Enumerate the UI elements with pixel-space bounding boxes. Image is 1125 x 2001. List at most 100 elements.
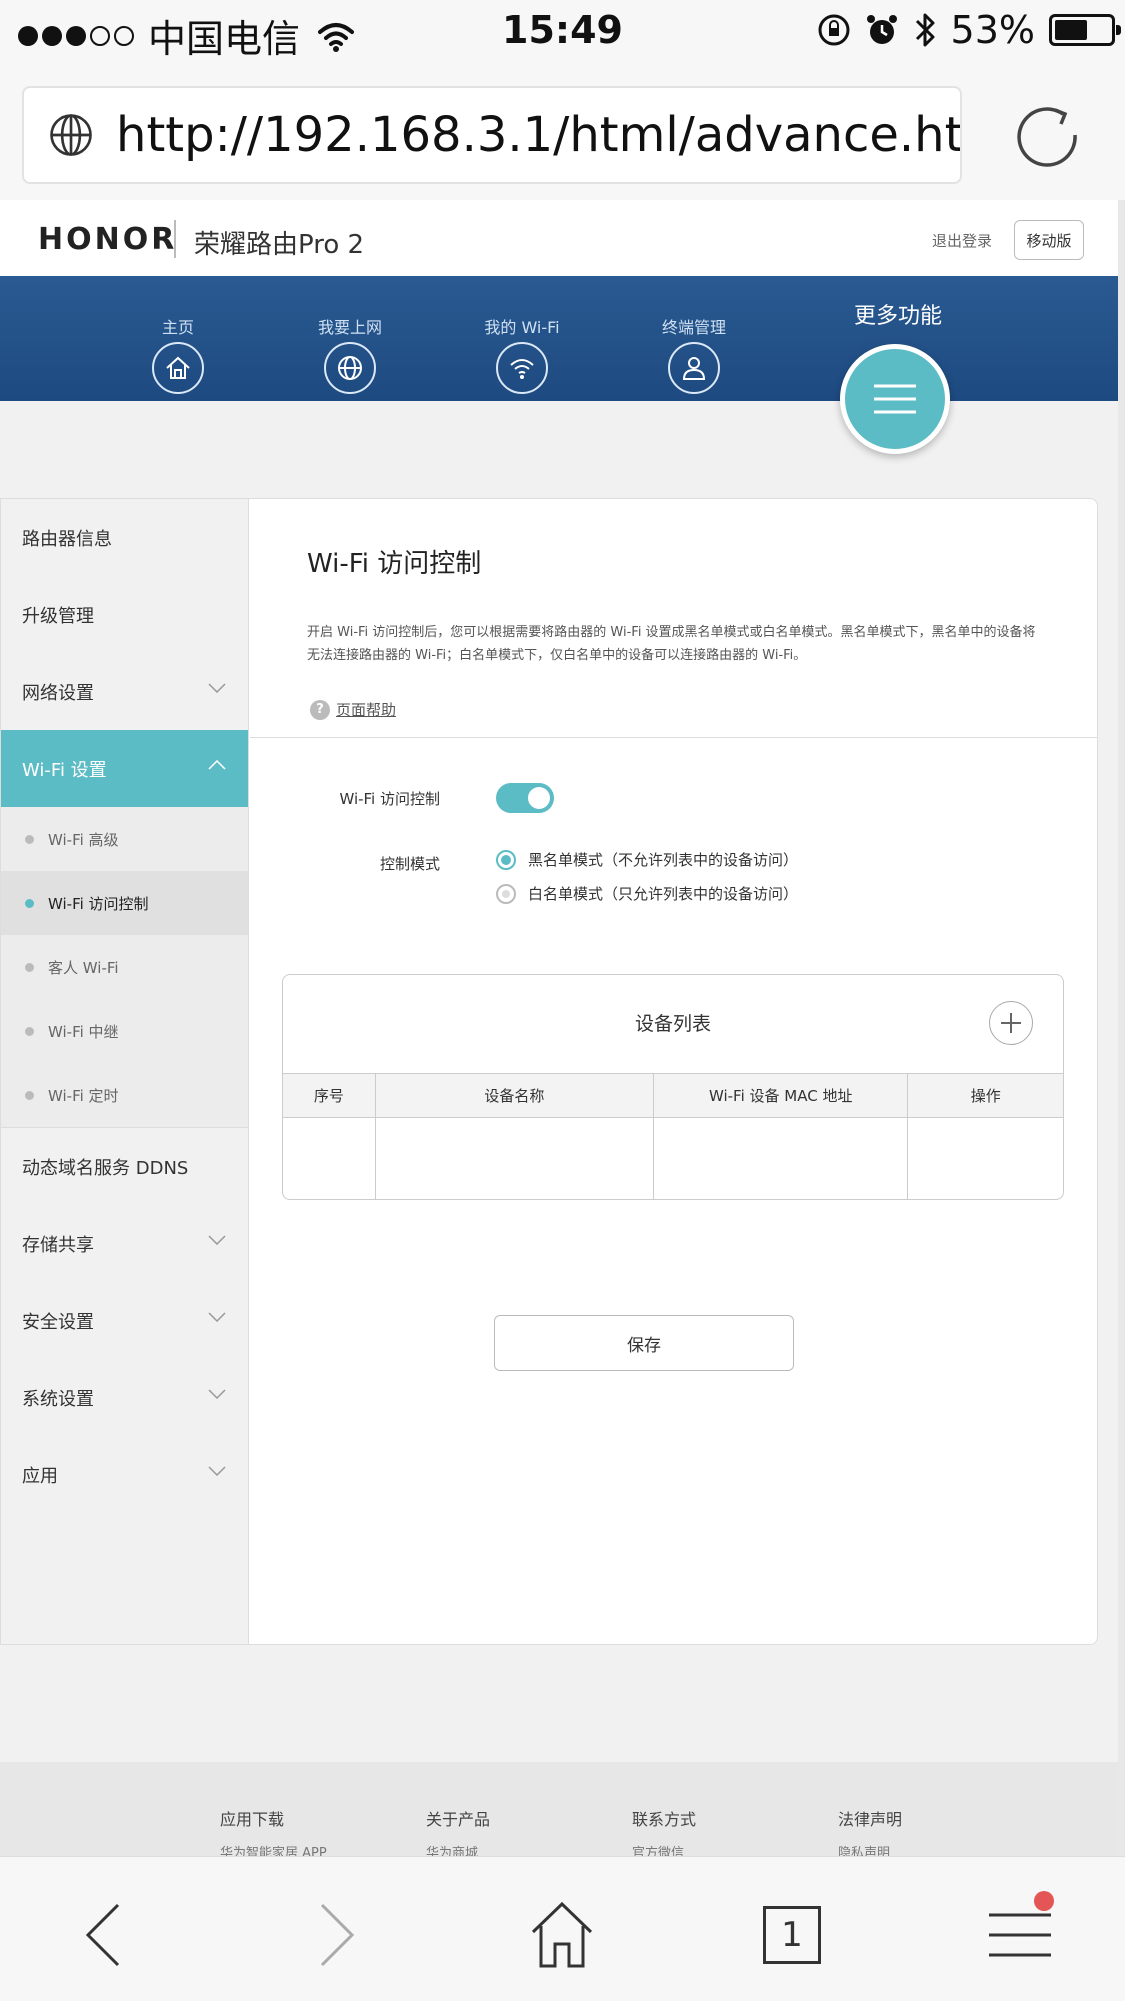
settings-panel: 路由器信息 升级管理 网络设置 Wi-Fi 设置 Wi-Fi 高级 Wi-Fi … (0, 498, 1098, 1645)
table-cell (908, 1118, 1063, 1199)
device-list-panel: 设备列表 序号 设备名称 Wi-Fi 设备 MAC 地址 操作 (282, 974, 1064, 1200)
home-icon (152, 342, 204, 394)
main-content: Wi-Fi 访问控制 开启 Wi-Fi 访问控制后，您可以根据需要将路由器的 W… (250, 499, 1097, 1644)
tabs-button[interactable]: 1 (752, 1897, 832, 1973)
nav-label: 我要上网 (317, 318, 382, 337)
main-nav: 主页 我要上网 我的 Wi-Fi 终端管理 更多功能 (0, 276, 1118, 401)
sidebar-item-network[interactable]: 网络设置 (1, 653, 248, 730)
plus-icon (1001, 1013, 1021, 1033)
globe-icon (50, 114, 92, 156)
logo-divider (174, 220, 176, 258)
sidebar-item-system[interactable]: 系统设置 (1, 1359, 248, 1436)
whitelist-mode-label: 白名单模式（只允许列表中的设备访问） (528, 885, 799, 903)
menu-button[interactable] (980, 1891, 1060, 1973)
nav-item-devices[interactable]: 终端管理 (634, 276, 754, 401)
sidebar-item-security[interactable]: 安全设置 (1, 1282, 248, 1359)
nav-label: 我的 Wi-Fi (484, 318, 560, 337)
column-header-actions: 操作 (970, 1087, 1001, 1105)
page-scrollbar[interactable] (1118, 200, 1125, 1856)
back-button[interactable] (64, 1897, 144, 1973)
sidebar-item-label: 安全设置 (22, 1311, 94, 1333)
sidebar-subitem-label: Wi-Fi 中继 (48, 1022, 119, 1041)
table-header-row: 序号 设备名称 Wi-Fi 设备 MAC 地址 操作 (283, 1073, 1063, 1118)
table-cell (654, 1118, 909, 1199)
sidebar-subitem-label: 客人 Wi-Fi (48, 958, 119, 977)
chevron-right-icon (320, 1903, 355, 1967)
sidebar-subitem-label: Wi-Fi 访问控制 (48, 894, 149, 913)
table-cell (283, 1118, 376, 1199)
product-name: 荣耀路由Pro 2 (194, 230, 365, 260)
sidebar-item-label: Wi-Fi 设置 (22, 759, 107, 781)
chevron-up-icon (208, 760, 226, 770)
footer-link[interactable]: 华为商城 (426, 1842, 490, 1856)
browser-toolbar: 1 (0, 1856, 1125, 2001)
menu-icon (989, 1913, 1051, 1957)
honor-logo: HONOR (38, 222, 178, 257)
table-row-empty (283, 1118, 1063, 1199)
nav-label: 终端管理 (661, 318, 726, 337)
sidebar-subitem-label: Wi-Fi 高级 (48, 830, 119, 849)
device-list-title: 设备列表 (634, 1013, 711, 1035)
sidebar-subitem-wifi-advanced[interactable]: Wi-Fi 高级 (1, 807, 248, 871)
footer-heading: 法律声明 (838, 1810, 903, 1829)
sidebar-item-apps[interactable]: 应用 (1, 1436, 248, 1513)
sidebar-item-ddns[interactable]: 动态域名服务 DDNS (1, 1128, 248, 1205)
footer-col-app-download: 应用下载 华为智能家居 APP (220, 1806, 327, 1856)
content-divider (250, 737, 1097, 738)
sidebar-subitem-wifi-relay[interactable]: Wi-Fi 中继 (1, 999, 248, 1063)
access-control-label: Wi-Fi 访问控制 (339, 790, 440, 808)
more-features-button[interactable] (840, 344, 950, 454)
nav-label: 主页 (161, 318, 194, 337)
forward-button[interactable] (296, 1897, 376, 1973)
mobile-version-button[interactable]: 移动版 (1014, 220, 1084, 260)
bullet-icon (25, 963, 34, 972)
page-description: 开启 Wi-Fi 访问控制后，您可以根据需要将路由器的 Wi-Fi 设置成黑名单… (307, 625, 1036, 663)
sidebar-item-storage[interactable]: 存储共享 (1, 1205, 248, 1282)
sidebar-item-router-info[interactable]: 路由器信息 (1, 499, 248, 576)
nav-item-internet[interactable]: 我要上网 (290, 276, 410, 401)
radio-unchecked-icon[interactable] (496, 883, 516, 904)
nav-item-my-wifi[interactable]: 我的 Wi-Fi (462, 276, 582, 401)
access-control-toggle[interactable] (496, 783, 554, 813)
footer-heading: 关于产品 (426, 1810, 491, 1829)
sidebar-item-upgrade[interactable]: 升级管理 (1, 576, 248, 653)
radio-checked-icon[interactable] (496, 849, 516, 870)
logout-link[interactable]: 退出登录 (932, 230, 992, 251)
table-cell (376, 1118, 655, 1199)
device-table: 序号 设备名称 Wi-Fi 设备 MAC 地址 操作 (283, 1073, 1063, 1199)
bullet-icon (25, 899, 34, 908)
page-header: HONOR 荣耀路由Pro 2 退出登录 移动版 (0, 200, 1118, 276)
address-bar[interactable]: http://192.168.3.1/html/advance.html... (22, 86, 962, 184)
sidebar-subitem-guest-wifi[interactable]: 客人 Wi-Fi (1, 935, 248, 999)
sidebar-item-wifi-settings[interactable]: Wi-Fi 设置 (1, 730, 248, 807)
sidebar-item-label: 应用 (22, 1465, 58, 1487)
reload-icon[interactable] (1015, 102, 1081, 168)
page-footer: 应用下载 华为智能家居 APP 关于产品 华为商城 联系方式 官方微信 法律声明… (0, 1762, 1118, 1856)
save-button[interactable]: 保存 (494, 1315, 794, 1371)
page-title: Wi-Fi 访问控制 (307, 549, 482, 579)
footer-heading: 联系方式 (632, 1810, 697, 1829)
nav-item-home[interactable]: 主页 (118, 276, 238, 401)
sidebar-subitem-wifi-access-control[interactable]: Wi-Fi 访问控制 (1, 871, 248, 935)
page-help[interactable]: ? 页面帮助 (310, 699, 396, 720)
footer-link[interactable]: 华为智能家居 APP (220, 1842, 327, 1856)
add-device-button[interactable] (989, 1001, 1033, 1045)
chevron-down-icon (208, 1235, 226, 1245)
footer-col-legal: 法律声明 隐私声明 (838, 1806, 902, 1856)
browser-address-area: http://192.168.3.1/html/advance.html... (0, 62, 1125, 200)
page-help-link[interactable]: 页面帮助 (336, 699, 396, 720)
whitelist-mode-option[interactable]: 白名单模式（只允许列表中的设备访问） (496, 883, 798, 904)
status-bar: 中国电信 15:49 53% (0, 0, 1125, 62)
sidebar-item-label: 系统设置 (22, 1388, 94, 1410)
blacklist-mode-option[interactable]: 黑名单模式（不允许列表中的设备访问） (496, 849, 798, 870)
more-features-label[interactable]: 更多功能 (838, 298, 958, 330)
sidebar-item-label: 路由器信息 (22, 528, 112, 550)
url-text[interactable]: http://192.168.3.1/html/advance.html... (116, 107, 960, 163)
footer-col-contact: 联系方式 官方微信 (632, 1806, 696, 1856)
home-button[interactable] (522, 1897, 602, 1973)
footer-link[interactable]: 官方微信 (632, 1842, 696, 1856)
home-icon (531, 1901, 593, 1968)
sidebar-item-label: 动态域名服务 DDNS (22, 1157, 189, 1179)
footer-link[interactable]: 隐私声明 (838, 1842, 902, 1856)
sidebar-subitem-wifi-schedule[interactable]: Wi-Fi 定时 (1, 1063, 248, 1127)
